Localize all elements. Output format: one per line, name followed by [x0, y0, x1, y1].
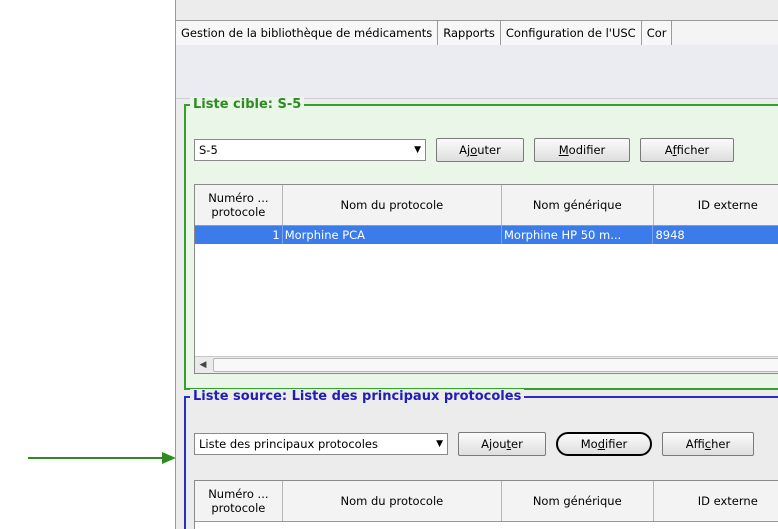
btn-text: uter — [477, 143, 501, 157]
scrollbar-thumb[interactable] — [213, 358, 778, 372]
table-header: Numéro ... protocole Nom du protocole No… — [195, 185, 778, 226]
target-controls: S-5 ▼ Aj o uter Modifier Af ficher — [194, 138, 734, 162]
btn-text: Ajou — [481, 437, 507, 451]
target-list-select[interactable]: S-5 ▼ — [194, 139, 426, 161]
btn-text: A — [664, 143, 673, 157]
source-select-value: Liste des principaux protocoles — [199, 437, 378, 451]
btn-text: Affi — [685, 437, 705, 451]
column-header-number[interactable]: Numéro ... protocole — [195, 185, 283, 225]
target-select-value: S-5 — [199, 143, 218, 157]
source-view-button[interactable]: Affi c her — [662, 432, 754, 456]
arrow-left-icon[interactable]: ◀ — [195, 360, 211, 370]
btn-mnemonic: d — [597, 437, 606, 451]
btn-text: her — [711, 437, 731, 451]
source-edit-button[interactable]: Mo d ifier — [556, 432, 652, 456]
btn-mnemonic: o — [470, 143, 478, 157]
chevron-down-icon: ▼ — [414, 145, 421, 155]
target-add-button[interactable]: Aj o uter — [436, 138, 524, 162]
tab-usc-config[interactable]: Configuration de l'USC — [500, 21, 642, 45]
table-row[interactable]: 1 Morphine PCA Morphine HP 50 m... 8948 — [195, 226, 778, 244]
app-window: Gestion de la bibliothèque de médicament… — [175, 0, 778, 529]
tab-reports[interactable]: Rapports — [438, 21, 501, 45]
btn-text: ifier — [605, 437, 628, 451]
tab-bar: Gestion de la bibliothèque de médicament… — [176, 20, 778, 46]
cell-name: Morphine PCA — [283, 226, 502, 244]
column-header-number[interactable]: Numéro ... protocole — [195, 481, 283, 521]
source-panel-title: Liste source: Liste des principaux proto… — [190, 389, 525, 404]
horizontal-scrollbar[interactable]: ◀ — [195, 356, 778, 373]
column-header-name[interactable]: Nom du protocole — [283, 185, 502, 225]
cell-generic: Morphine HP 50 m... — [502, 226, 654, 244]
cell-external-id: 8948 — [655, 228, 685, 242]
source-list-panel: Liste source: Liste des principaux proto… — [184, 389, 778, 529]
table-header: Numéro ... protocole Nom du protocole No… — [195, 481, 778, 522]
column-header-name[interactable]: Nom du protocole — [283, 481, 502, 521]
column-header-generic[interactable]: Nom générique — [502, 185, 654, 225]
column-header-external-id[interactable]: ID externe — [654, 185, 778, 225]
btn-text: Aj — [459, 143, 471, 157]
source-controls: Liste des principaux protocoles ▼ Ajou t e… — [194, 432, 754, 456]
target-edit-button[interactable]: Modifier — [534, 138, 630, 162]
annotation-arrow — [28, 452, 176, 464]
toolbar-area — [176, 45, 778, 99]
source-add-button[interactable]: Ajou t er — [458, 432, 546, 456]
column-header-external-id[interactable]: ID externe — [654, 481, 778, 521]
tab-truncated[interactable]: Cor — [641, 21, 673, 45]
btn-text: odifier — [568, 143, 606, 157]
btn-mnemonic: M — [558, 143, 569, 157]
source-protocol-table: Numéro ... protocole Nom du protocole No… — [194, 480, 778, 529]
source-list-select[interactable]: Liste des principaux protocoles ▼ — [194, 433, 448, 455]
btn-text: ficher — [676, 143, 710, 157]
target-view-button[interactable]: Af ficher — [640, 138, 734, 162]
target-list-panel: Liste cible: S-5 S-5 ▼ Aj o uter Modifier … — [184, 97, 778, 390]
cell-number: 1 — [195, 226, 283, 244]
btn-text: er — [511, 437, 523, 451]
tab-drug-library[interactable]: Gestion de la bibliothèque de médicament… — [176, 21, 439, 45]
column-header-generic[interactable]: Nom générique — [502, 481, 654, 521]
chevron-down-icon: ▼ — [436, 439, 443, 449]
btn-text: Mo — [580, 437, 598, 451]
target-panel-title: Liste cible: S-5 — [190, 97, 305, 112]
target-protocol-table: Numéro ... protocole Nom du protocole No… — [194, 184, 778, 374]
